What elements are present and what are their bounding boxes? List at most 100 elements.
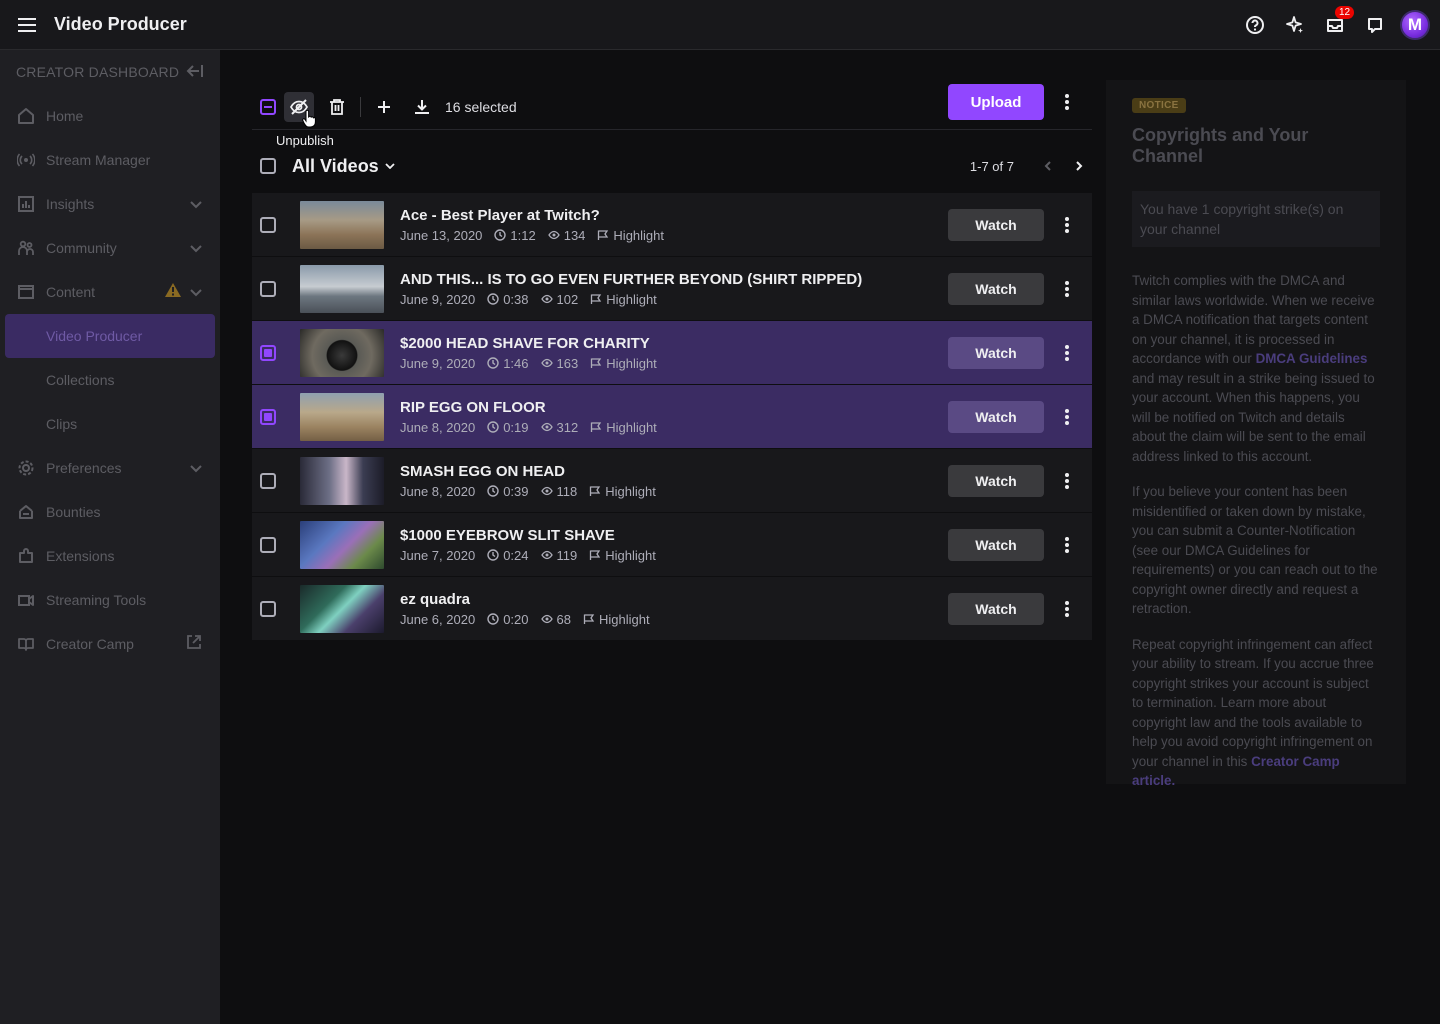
- more-options-icon[interactable]: [1052, 466, 1082, 496]
- clock-icon: [487, 357, 499, 369]
- eye-icon: [540, 422, 553, 432]
- chevron-down-icon[interactable]: [190, 284, 202, 300]
- video-info: SMASH EGG ON HEAD June 8, 2020 0:39 118 …: [400, 463, 668, 499]
- delete-button[interactable]: [322, 92, 352, 122]
- sidebar-item-insights[interactable]: Insights: [0, 182, 220, 226]
- add-to-collection-button[interactable]: [369, 92, 399, 122]
- video-title[interactable]: RIP EGG ON FLOOR: [400, 399, 669, 416]
- sidebar-item-extensions[interactable]: Extensions: [0, 534, 220, 578]
- row-checkbox[interactable]: [260, 472, 276, 489]
- row-checkbox[interactable]: [260, 536, 276, 553]
- select-all-partial-checkbox[interactable]: [260, 98, 276, 115]
- watch-button[interactable]: Watch: [948, 465, 1044, 497]
- row-checkbox[interactable]: [260, 216, 276, 233]
- video-title[interactable]: ez quadra: [400, 591, 662, 608]
- video-views: 312: [556, 419, 579, 435]
- inbox-icon[interactable]: 12: [1320, 6, 1355, 40]
- sidebar-item-streaming-tools[interactable]: Streaming Tools: [0, 578, 220, 622]
- video-title[interactable]: Ace - Best Player at Twitch?: [400, 207, 676, 224]
- download-button[interactable]: [407, 92, 437, 122]
- watch-button[interactable]: Watch: [948, 401, 1044, 433]
- video-title[interactable]: AND THIS... IS TO GO EVEN FURTHER BEYOND…: [400, 271, 862, 288]
- more-options-icon[interactable]: [1052, 530, 1082, 560]
- sidebar-item-content[interactable]: Content: [0, 270, 220, 314]
- video-meta: June 7, 2020 0:24 119 Highlight: [400, 548, 668, 563]
- chevron-down-icon[interactable]: [190, 240, 202, 256]
- video-thumbnail[interactable]: [300, 584, 384, 633]
- video-views: 118: [556, 483, 578, 499]
- select-all-checkbox[interactable]: [260, 158, 276, 174]
- video-duration: 0:24: [503, 547, 529, 563]
- video-thumbnail[interactable]: [300, 200, 384, 249]
- video-thumbnail[interactable]: [300, 456, 384, 505]
- notice-paragraph: If you believe your content has been mis…: [1132, 484, 1378, 616]
- help-icon[interactable]: [1240, 10, 1270, 40]
- video-title[interactable]: $2000 HEAD SHAVE FOR CHARITY: [400, 335, 669, 352]
- pagination: 1-7 of 7: [970, 148, 1092, 184]
- video-row[interactable]: $1000 EYEBROW SLIT SHAVE June 7, 2020 0:…: [252, 513, 1092, 577]
- watch-button[interactable]: Watch: [948, 209, 1044, 241]
- hamburger-menu-icon[interactable]: [13, 11, 41, 39]
- sidebar-item-creator-camp[interactable]: Creator Camp: [0, 622, 220, 666]
- watch-button[interactable]: Watch: [948, 337, 1044, 369]
- collapse-sidebar-icon[interactable]: [186, 64, 204, 81]
- sidebar-item-stream-manager[interactable]: Stream Manager: [0, 138, 220, 182]
- sidebar-item-community[interactable]: Community: [0, 226, 220, 270]
- video-duration: 0:39: [503, 483, 529, 499]
- more-options-icon[interactable]: [1052, 274, 1082, 304]
- copyright-notice-panel: NOTICE Copyrights and Your Channel You h…: [1106, 80, 1406, 788]
- user-avatar[interactable]: M: [1400, 10, 1430, 40]
- video-row-selected[interactable]: $2000 HEAD SHAVE FOR CHARITY June 9, 202…: [252, 321, 1092, 385]
- video-thumbnail[interactable]: [300, 328, 384, 377]
- chevron-down-icon[interactable]: [190, 460, 202, 476]
- chevron-left-icon[interactable]: [1034, 153, 1060, 179]
- row-checkbox[interactable]: [260, 600, 276, 617]
- video-filter-dropdown[interactable]: All Videos: [292, 156, 395, 177]
- video-info: ez quadra June 6, 2020 0:20 68 Highlight: [400, 591, 662, 627]
- row-checkbox[interactable]: [260, 408, 276, 425]
- upload-button[interactable]: Upload: [948, 84, 1044, 120]
- sparkle-icon[interactable]: [1280, 10, 1310, 40]
- video-thumbnail[interactable]: [300, 264, 384, 313]
- whispers-icon[interactable]: [1360, 10, 1390, 40]
- chevron-down-icon[interactable]: [190, 196, 202, 212]
- download-icon: [415, 99, 429, 114]
- row-checkbox[interactable]: [260, 280, 276, 297]
- video-row[interactable]: SMASH EGG ON HEAD June 8, 2020 0:39 118 …: [252, 449, 1092, 513]
- sidebar-item-home[interactable]: Home: [0, 94, 220, 138]
- video-duration: 0:20: [503, 611, 529, 627]
- video-thumbnail[interactable]: [300, 520, 384, 569]
- video-meta: June 8, 2020 0:39 118 Highlight: [400, 484, 668, 499]
- bounties-icon: [16, 502, 36, 522]
- video-row[interactable]: ez quadra June 6, 2020 0:20 68 Highlight…: [252, 577, 1092, 641]
- clock-icon: [487, 485, 499, 497]
- video-row[interactable]: AND THIS... IS TO GO EVEN FURTHER BEYOND…: [252, 257, 1092, 321]
- sidebar-item-clips[interactable]: Clips: [0, 402, 220, 446]
- more-options-icon[interactable]: [1052, 338, 1082, 368]
- chevron-right-icon[interactable]: [1066, 153, 1092, 179]
- sidebar-item-preferences[interactable]: Preferences: [0, 446, 220, 490]
- row-checkbox[interactable]: [260, 344, 276, 361]
- video-title[interactable]: SMASH EGG ON HEAD: [400, 463, 668, 480]
- eye-icon: [540, 486, 553, 496]
- video-date: June 9, 2020: [400, 355, 476, 371]
- video-title[interactable]: $1000 EYEBROW SLIT SHAVE: [400, 527, 668, 544]
- video-meta: June 9, 2020 1:46 163 Highlight: [400, 356, 669, 371]
- watch-button[interactable]: Watch: [948, 529, 1044, 561]
- watch-button[interactable]: Watch: [948, 273, 1044, 305]
- video-row[interactable]: Ace - Best Player at Twitch? June 13, 20…: [252, 193, 1092, 257]
- dmca-guidelines-link[interactable]: DMCA Guidelines: [1256, 351, 1368, 366]
- more-options-icon[interactable]: [1052, 210, 1082, 240]
- more-options-icon[interactable]: [1052, 87, 1082, 117]
- more-options-icon[interactable]: [1052, 402, 1082, 432]
- sidebar-item-video-producer[interactable]: Video Producer: [5, 314, 215, 358]
- clock-icon: [487, 613, 499, 625]
- video-row-selected[interactable]: RIP EGG ON FLOOR June 8, 2020 0:19 312 H…: [252, 385, 1092, 449]
- video-thumbnail[interactable]: [300, 392, 384, 441]
- plus-icon: [378, 100, 390, 113]
- sidebar-item-collections[interactable]: Collections: [0, 358, 220, 402]
- sidebar-item-bounties[interactable]: Bounties: [0, 490, 220, 534]
- watch-button[interactable]: Watch: [948, 593, 1044, 625]
- more-options-icon[interactable]: [1052, 594, 1082, 624]
- video-type: Highlight: [605, 547, 656, 563]
